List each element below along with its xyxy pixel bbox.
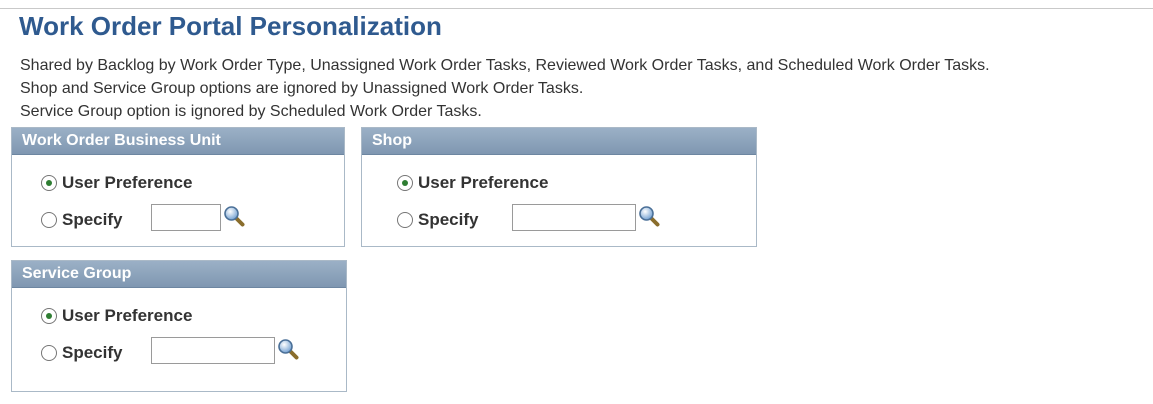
business-unit-header: Work Order Business Unit	[12, 128, 344, 155]
shop-user-preference-option[interactable]: User Preference	[397, 173, 548, 193]
sg-specify-input[interactable]	[151, 337, 275, 364]
shop-user-preference-radio[interactable]	[397, 175, 413, 191]
shop-specify-label: Specify	[418, 210, 479, 229]
shop-specify-radio[interactable]	[397, 212, 413, 228]
bu-specify-input[interactable]	[151, 204, 221, 231]
sg-specify-option[interactable]: Specify	[41, 343, 122, 363]
magnifier-icon[interactable]	[277, 338, 299, 360]
top-divider	[0, 8, 1153, 9]
magnifier-icon[interactable]	[223, 205, 245, 227]
sg-specify-radio[interactable]	[41, 345, 57, 361]
bu-specify-option[interactable]: Specify	[41, 210, 122, 230]
sg-user-preference-label: User Preference	[62, 306, 193, 325]
page-title: Work Order Portal Personalization	[19, 11, 442, 41]
bu-specify-label: Specify	[62, 210, 123, 229]
description-line-3: Service Group option is ignored by Sched…	[20, 103, 482, 120]
sg-user-preference-option[interactable]: User Preference	[41, 306, 192, 326]
sg-user-preference-radio[interactable]	[41, 308, 57, 324]
shop-specify-option[interactable]: Specify	[397, 210, 478, 230]
magnifier-icon[interactable]	[638, 205, 660, 227]
shop-header: Shop	[362, 128, 756, 155]
description-line-2: Shop and Service Group options are ignor…	[20, 80, 584, 97]
shop-group: Shop User Preference Specify	[361, 127, 757, 247]
service-group-group: Service Group User Preference Specify	[11, 260, 347, 392]
service-group-header: Service Group	[12, 261, 346, 288]
bu-specify-radio[interactable]	[41, 212, 57, 228]
bu-user-preference-option[interactable]: User Preference	[41, 173, 192, 193]
business-unit-group: Work Order Business Unit User Preference…	[11, 127, 345, 247]
bu-user-preference-label: User Preference	[62, 173, 193, 192]
shop-user-preference-label: User Preference	[418, 173, 549, 192]
sg-specify-label: Specify	[62, 343, 123, 362]
shop-specify-input[interactable]	[512, 204, 636, 231]
description-line-1: Shared by Backlog by Work Order Type, Un…	[20, 57, 990, 74]
bu-user-preference-radio[interactable]	[41, 175, 57, 191]
